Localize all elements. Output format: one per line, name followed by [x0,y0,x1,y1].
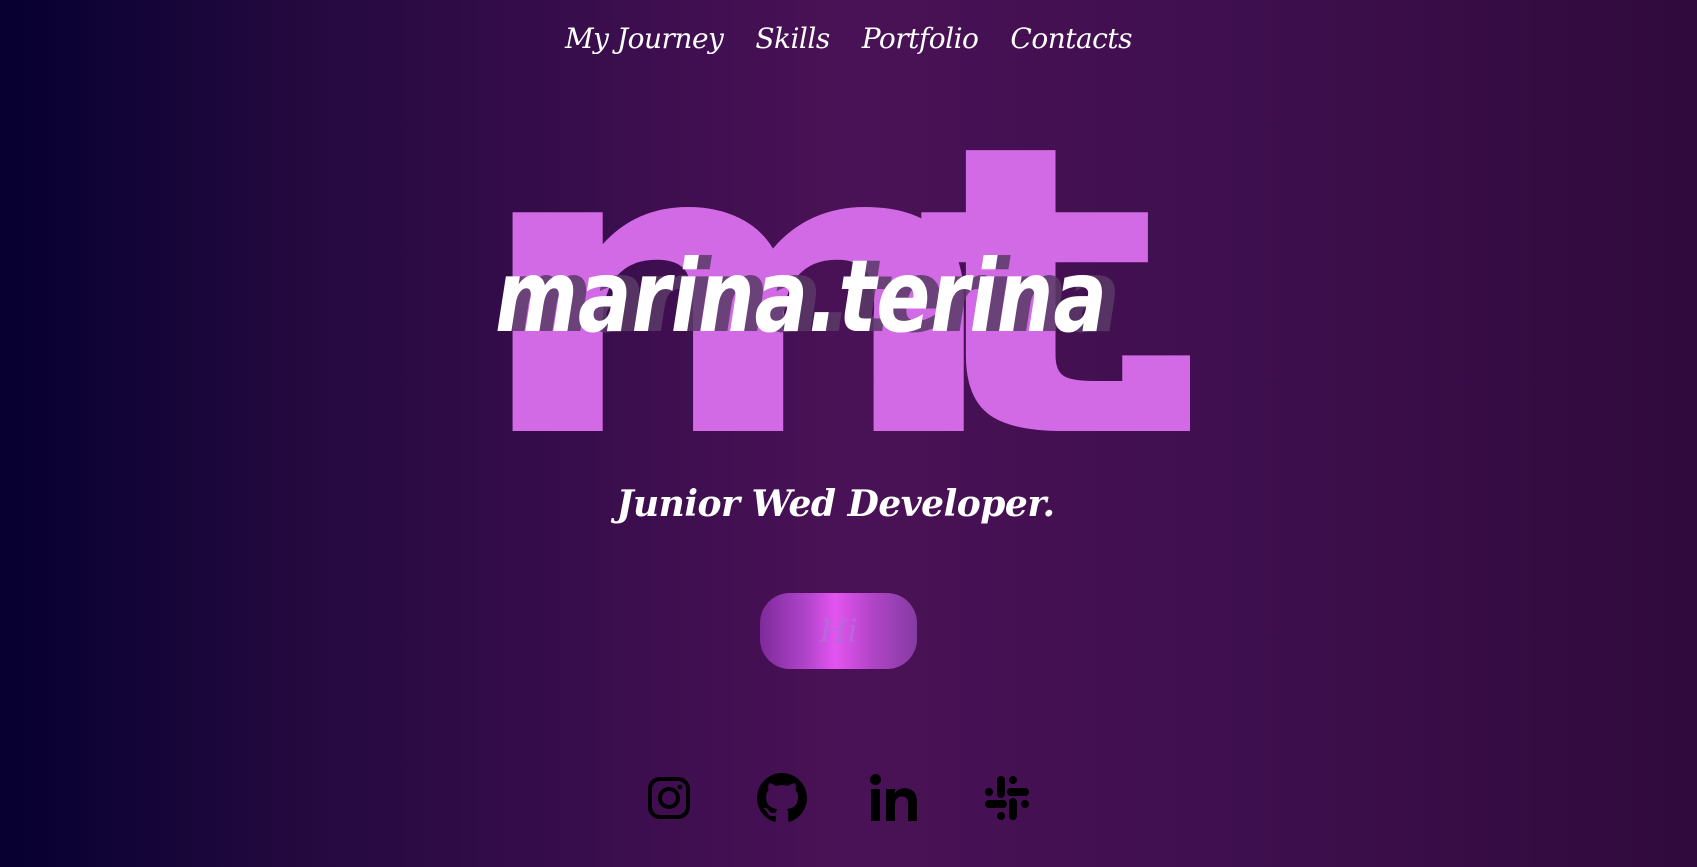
nav-item-portfolio[interactable]: Portfolio [862,22,979,55]
hi-button[interactable]: Hi [760,593,917,669]
logo-wordmark: marina.terina [495,238,1107,355]
main-nav: My Journey Skills Portfolio Contacts [0,22,1697,55]
linkedin-icon [870,774,917,821]
site-logo: mt. marina.terina marina.terina [490,125,1190,445]
social-links [0,770,1697,826]
instagram-icon [648,777,690,819]
github-icon [757,773,807,822]
github-link[interactable] [754,770,810,826]
slack-icon [985,776,1029,820]
instagram-link[interactable] [641,770,697,826]
slack-link[interactable] [979,770,1035,826]
hero-subtitle: Junior Wed Developer. [616,483,1055,525]
nav-item-my-journey[interactable]: My Journey [565,22,724,55]
linkedin-link[interactable] [866,770,922,826]
nav-item-contacts[interactable]: Contacts [1010,22,1132,55]
nav-item-skills[interactable]: Skills [755,22,830,55]
